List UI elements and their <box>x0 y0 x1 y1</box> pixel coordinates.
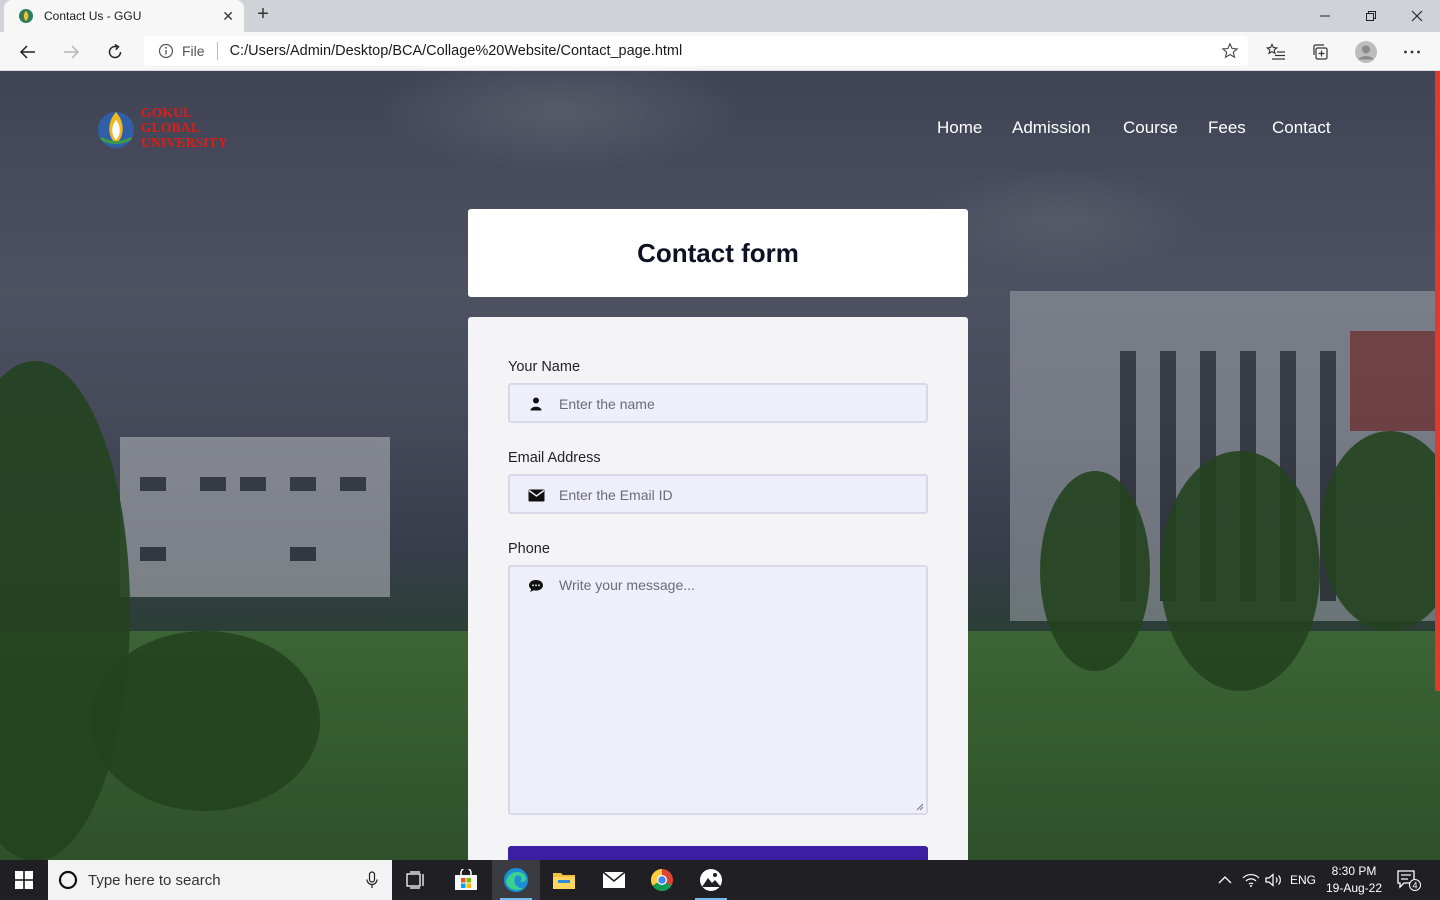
logo-line-3: UNIVERSITY <box>141 135 228 150</box>
phone-label: Phone <box>508 541 550 557</box>
chrome-browser-icon[interactable] <box>638 860 686 900</box>
close-window-icon[interactable] <box>1394 0 1440 32</box>
nav-contact-link[interactable]: Contact <box>1272 118 1331 138</box>
flame-logo-icon <box>98 111 134 148</box>
forward-arrow-icon[interactable] <box>57 38 85 66</box>
close-tab-icon[interactable]: ✕ <box>222 8 234 25</box>
background-tree <box>90 631 320 811</box>
browser-titlebar: Contact Us - GGU ✕ + <box>0 0 1440 32</box>
page-scrollbar[interactable] <box>1435 71 1440 691</box>
back-arrow-icon[interactable] <box>14 38 42 66</box>
site-info-icon[interactable] <box>158 43 174 59</box>
browser-toolbar: File C:/Users/Admin/Desktop/BCA/Collage%… <box>0 32 1440 71</box>
taskbar-clock[interactable]: 8:30 PM 19-Aug-22 <box>1322 863 1386 897</box>
chat-bubble-icon <box>526 576 546 596</box>
university-logo[interactable]: GOKUL GLOBAL UNIVERSITY <box>95 105 228 150</box>
windows-taskbar: Type here to search ENG 8:30 PM 19-Aug-2… <box>0 860 1440 900</box>
email-input[interactable] <box>559 486 918 504</box>
photos-app-icon[interactable] <box>687 860 735 900</box>
name-input[interactable] <box>559 395 918 413</box>
background-tree <box>1040 471 1150 671</box>
resize-grip-icon[interactable] <box>914 801 924 811</box>
site-favicon-icon <box>18 8 34 24</box>
refresh-icon[interactable] <box>101 38 129 66</box>
background-building-left <box>120 437 390 597</box>
task-view-icon[interactable] <box>392 860 440 900</box>
page-title: Contact form <box>637 237 799 268</box>
mail-icon[interactable] <box>590 860 638 900</box>
nav-fees-link[interactable]: Fees <box>1208 118 1246 138</box>
message-field[interactable] <box>508 565 928 815</box>
microsoft-store-icon[interactable] <box>442 860 490 900</box>
address-file-label: File <box>182 43 205 59</box>
address-bar[interactable]: File C:/Users/Admin/Desktop/BCA/Collage%… <box>144 36 1248 66</box>
more-menu-icon[interactable] <box>1398 39 1426 65</box>
nav-admission-link[interactable]: Admission <box>1012 118 1090 138</box>
message-textarea[interactable] <box>559 577 918 803</box>
name-label: Your Name <box>508 359 581 375</box>
user-icon <box>526 394 546 414</box>
minimize-icon[interactable] <box>1302 0 1348 32</box>
envelope-icon <box>526 485 546 505</box>
profile-avatar-icon[interactable] <box>1352 39 1380 65</box>
favorites-list-icon[interactable] <box>1262 39 1290 65</box>
address-separator <box>216 42 218 60</box>
clock-time: 8:30 PM <box>1331 864 1377 878</box>
favorite-star-icon[interactable] <box>1212 37 1248 65</box>
file-explorer-icon[interactable] <box>540 860 588 900</box>
name-field[interactable] <box>508 383 928 423</box>
page-viewport: GOKUL GLOBAL UNIVERSITY Home Admission C… <box>0 71 1440 860</box>
edge-browser-icon[interactable] <box>492 860 540 900</box>
email-label: Email Address <box>508 450 601 466</box>
cortana-circle-icon <box>58 870 78 890</box>
new-tab-icon[interactable]: + <box>252 4 274 26</box>
submit-button[interactable] <box>508 846 928 860</box>
logo-line-1: GOKUL <box>141 105 193 120</box>
browser-tab[interactable]: Contact Us - GGU ✕ <box>4 0 244 32</box>
search-placeholder: Type here to search <box>88 871 221 889</box>
action-center-icon[interactable]: 4 <box>1394 860 1424 900</box>
university-name: GOKUL GLOBAL UNIVERSITY <box>141 105 228 150</box>
show-hidden-icons-chevron-icon[interactable] <box>1214 860 1236 900</box>
clock-date: 19-Aug-22 <box>1325 881 1383 895</box>
email-field[interactable] <box>508 474 928 514</box>
contact-form: Your Name Email Address Phone <box>468 317 968 860</box>
background-tree <box>1160 451 1320 691</box>
collections-icon[interactable] <box>1307 39 1335 65</box>
contact-form-header: Contact form <box>468 209 968 297</box>
notification-count: 4 <box>1412 881 1417 891</box>
logo-line-2: GLOBAL <box>141 120 200 135</box>
tab-title: Contact Us - GGU <box>44 9 142 23</box>
restore-icon[interactable] <box>1348 0 1394 32</box>
taskbar-search-box[interactable]: Type here to search <box>48 860 392 900</box>
nav-course-link[interactable]: Course <box>1123 118 1178 138</box>
language-indicator[interactable]: ENG <box>1288 860 1318 900</box>
url-text[interactable]: C:/Users/Admin/Desktop/BCA/Collage%20Web… <box>230 43 1212 59</box>
windows-start-icon[interactable] <box>0 860 48 900</box>
microphone-icon[interactable] <box>360 868 384 892</box>
nav-home-link[interactable]: Home <box>937 118 982 138</box>
volume-icon[interactable] <box>1263 860 1285 900</box>
wifi-icon[interactable] <box>1240 860 1262 900</box>
